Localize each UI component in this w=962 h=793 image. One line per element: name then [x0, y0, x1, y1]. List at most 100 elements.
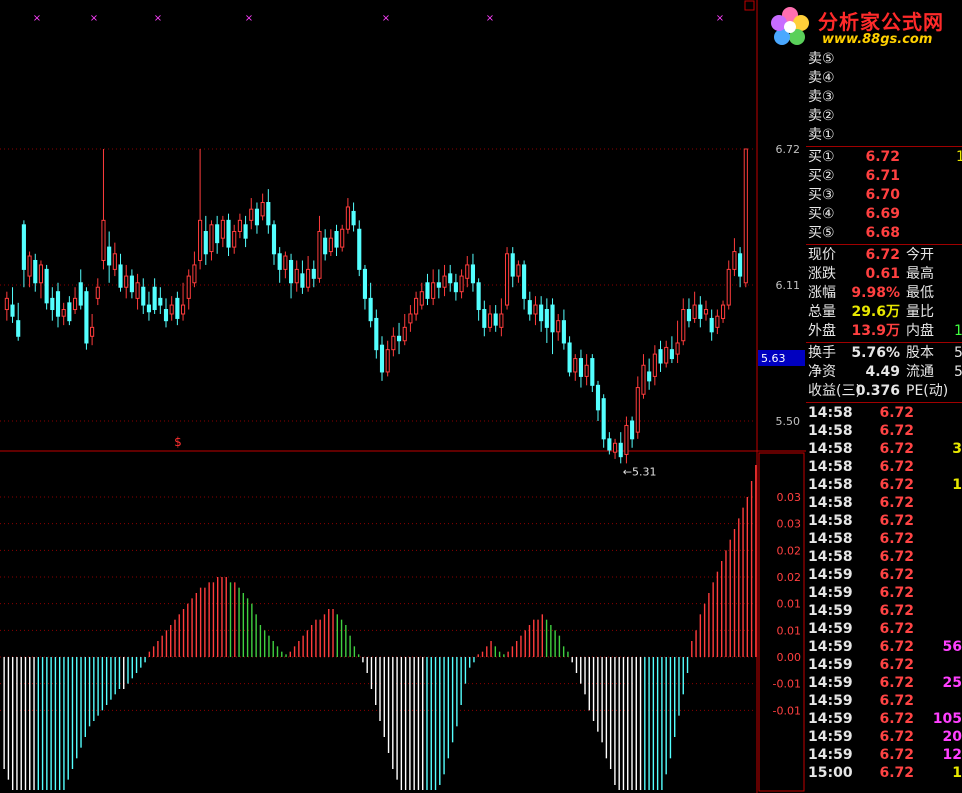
- candle-body: [72, 297, 78, 311]
- buy-order-row-price: 6.68: [865, 225, 900, 241]
- sell-order-row-label: 卖③: [808, 89, 835, 105]
- candle-body: [402, 326, 407, 342]
- tick-volume: 56: [942, 639, 962, 655]
- candle-body: [266, 202, 271, 226]
- tick-price: 6.72: [879, 675, 914, 691]
- tick-time: 14:59: [808, 675, 853, 691]
- buy-order-row-label: 买⑤: [808, 225, 835, 241]
- tick-row: 14:58 6.72: [806, 512, 962, 530]
- candle-body: [306, 268, 311, 288]
- candle-body: [146, 304, 152, 313]
- tick-time: 14:58: [808, 459, 853, 475]
- candle-body: [10, 304, 15, 317]
- candle-body: [720, 304, 726, 319]
- candle-body: [624, 424, 629, 455]
- current-price-label: 5.63: [761, 352, 786, 365]
- fundamental-tail: 5: [954, 364, 962, 380]
- tick-time: 14:59: [808, 711, 853, 727]
- candle-body: [78, 282, 83, 306]
- tick-price: 6.72: [879, 657, 914, 673]
- tick-time: 14:59: [808, 585, 853, 601]
- candle-body: [198, 219, 203, 261]
- candle-body: [675, 342, 680, 355]
- candle-body: [374, 317, 379, 351]
- candle-body: [340, 228, 345, 248]
- candle-body: [550, 304, 555, 333]
- candle-body: [476, 282, 481, 311]
- buy-order-row: 买③ 6.70: [806, 186, 962, 205]
- buy-order-row-price: 6.72: [865, 149, 900, 165]
- candle-body: [698, 304, 703, 319]
- candle-body: [647, 371, 652, 382]
- candle-body: [271, 224, 277, 255]
- tick-time: 14:59: [808, 657, 853, 673]
- tick-time: 14:59: [808, 693, 853, 709]
- quote-row: 涨跌 0.61 最高: [806, 265, 962, 284]
- quote-label-2: 最高: [906, 266, 934, 282]
- candle-body: [294, 268, 299, 284]
- tick-price: 6.72: [879, 729, 914, 745]
- tick-row: 14:59 6.72: [806, 584, 962, 602]
- tick-row: 14:59 6.72 20: [806, 728, 962, 746]
- candle-body: [595, 384, 601, 411]
- candle-body: [186, 275, 191, 299]
- candle-body: [470, 264, 476, 284]
- tick-row: 14:59 6.72 25: [806, 674, 962, 692]
- tick-volume: 1: [952, 477, 962, 493]
- quote-tail: 1: [954, 323, 962, 339]
- candle-body: [180, 304, 186, 315]
- buy-order-row-price: 6.69: [865, 206, 900, 222]
- quote-label-2: 内盘: [906, 323, 934, 339]
- candle-body: [362, 268, 368, 299]
- candle-body: [311, 268, 316, 279]
- tick-price: 6.72: [879, 693, 914, 709]
- tick-volume: 3: [952, 441, 962, 457]
- candle-body: [641, 364, 646, 395]
- indicator-tick-label: 0.01: [777, 598, 802, 611]
- candle-body: [55, 291, 61, 317]
- candle-body: [209, 224, 214, 253]
- candle-body: [95, 286, 100, 299]
- tick-time: 14:59: [808, 603, 853, 619]
- candle-body: [328, 237, 333, 253]
- candle-body: [351, 210, 356, 226]
- quote-row: 外盘 13.9万 内盘 1: [806, 322, 962, 341]
- candle-body: [414, 297, 419, 315]
- candle-body: [260, 202, 265, 217]
- quote-value: 13.9万: [851, 323, 900, 339]
- candle-body: [459, 275, 464, 293]
- tick-price: 6.72: [879, 423, 914, 439]
- tick-price: 6.72: [879, 603, 914, 619]
- candle-body: [288, 259, 294, 284]
- tick-row: 15:00 6.72 1: [806, 764, 962, 782]
- tick-row: 14:58 6.72: [806, 458, 962, 476]
- tick-time: 14:59: [808, 567, 853, 583]
- candle-body: [743, 148, 748, 284]
- candle-body: [487, 313, 493, 328]
- buy-order-row-label: 买②: [808, 168, 835, 184]
- candle-body: [33, 259, 38, 284]
- candle-body: [21, 224, 26, 270]
- tick-row: 14:59 6.72: [806, 566, 962, 584]
- candle-body: [584, 364, 589, 377]
- buy-order-row-label: 买④: [808, 206, 835, 222]
- buy-order-row: 买④ 6.69: [806, 205, 962, 224]
- candle-body: [249, 208, 254, 221]
- candle-body: [118, 264, 123, 288]
- quote-value: 6.72: [865, 247, 900, 263]
- candle-body: [124, 275, 129, 288]
- fundamental-tail: 5: [954, 345, 962, 361]
- indicator-tick-label: 0.03: [777, 518, 802, 531]
- buy-order-row-label: 买①: [808, 149, 835, 165]
- candle-body: [101, 219, 106, 261]
- candle-body: [544, 309, 549, 328]
- indicator-tick-label: -0.01: [773, 678, 801, 691]
- candle-body: [692, 304, 697, 319]
- sell-order-row-label: 卖⑤: [808, 51, 835, 67]
- sell-order-row-label: 卖②: [808, 108, 835, 124]
- candle-body: [129, 275, 134, 293]
- buy-order-row-price: 6.71: [865, 168, 900, 184]
- candle-body: [27, 255, 32, 277]
- tick-row: 14:58 6.72: [806, 548, 962, 566]
- tick-price: 6.72: [879, 639, 914, 655]
